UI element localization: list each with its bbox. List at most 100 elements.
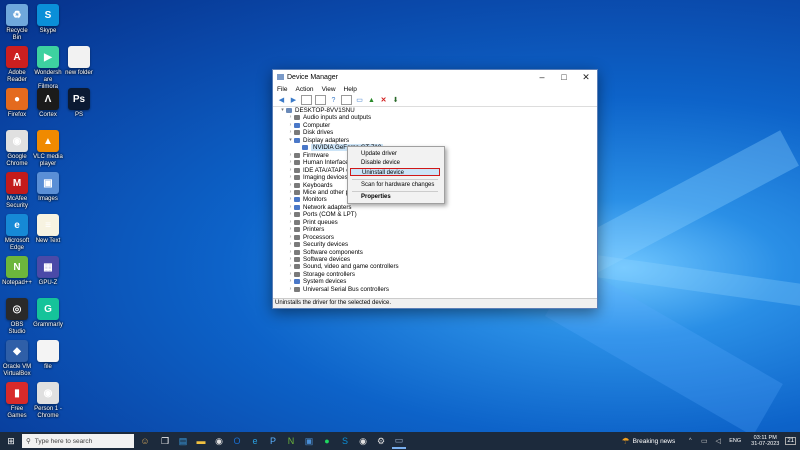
tree-category[interactable]: › Print queues [287,219,338,226]
view-icon[interactable] [301,95,312,105]
clock[interactable]: 03:11 PM 31-07-2023 [751,435,779,448]
menu-view[interactable]: View [322,86,336,93]
start-icon[interactable]: ⊞ [4,434,18,448]
desktop-icon-skype[interactable]: S Skype [33,4,63,35]
desktop-icon-chrome[interactable]: ◉ Google Chrome [2,130,32,168]
tree-category[interactable]: › Network adapters [287,204,352,211]
scan-icon[interactable]: ⬇ [391,96,400,104]
chevron-right-icon[interactable]: › [287,263,294,270]
chevron-right-icon[interactable]: › [287,122,294,129]
chevron-right-icon[interactable]: › [287,278,294,285]
tree-category[interactable]: › Processors [287,234,334,241]
chevron-right-icon[interactable]: › [287,234,294,241]
desktop-icon-vbox[interactable]: ◆ Oracle VM VirtualBox [2,340,32,378]
chevron-right-icon[interactable]: › [287,152,294,159]
volume-icon[interactable]: ◁ [711,434,725,448]
settings-icon[interactable]: ⚙ [374,434,388,448]
desktop-icon-game[interactable]: ▮ Free Games [2,382,32,420]
chevron-up-icon[interactable]: ^ [683,434,697,448]
chevron-right-icon[interactable]: › [287,129,294,136]
menu-properties[interactable]: Properties [350,193,440,201]
tree-category[interactable]: › Universal Serial Bus controllers [287,286,389,293]
desktop-icon-firefox[interactable]: ● Firefox [2,88,32,119]
tree-category[interactable]: › Firmware [287,152,329,159]
help-icon[interactable]: ? [329,96,338,104]
chevron-right-icon[interactable]: › [287,167,294,174]
tree-category[interactable]: › Imaging devices [287,174,348,181]
tree-category[interactable]: › Software components [287,249,363,256]
device-manager-task-icon[interactable]: ▭ [392,433,406,449]
chevron-right-icon[interactable]: › [287,271,294,278]
tree-category[interactable]: › Audio inputs and outputs [287,114,371,121]
tree-category[interactable]: ▾ Display adapters [287,137,349,144]
language-indicator[interactable]: ENG [729,438,741,444]
photoshop-icon[interactable]: P [266,434,280,448]
desktop-icon-acrobat[interactable]: A Adobe Reader [2,46,32,84]
desktop-icon-gpu[interactable]: ▦ GPU-Z [33,256,63,287]
menu-update-driver[interactable]: Update driver [350,150,440,158]
menu-scan-hardware[interactable]: Scan for hardware changes [350,181,440,189]
chevron-right-icon[interactable]: › [287,114,294,121]
chevron-right-icon[interactable]: › [287,174,294,181]
tree-category[interactable]: › System devices [287,278,347,285]
cortana-icon[interactable]: ☺ [138,434,152,448]
chevron-right-icon[interactable]: › [287,286,294,293]
desktop-icon-photos[interactable]: ▣ Images [33,172,63,203]
menu-disable-device[interactable]: Disable device [350,159,440,167]
notepadpp-icon[interactable]: N [284,434,298,448]
list-icon[interactable] [341,95,352,105]
desktop-icon-recycle[interactable]: ♻ Recycle Bin [2,4,32,42]
forward-icon[interactable]: ▶ [289,96,298,104]
chevron-right-icon[interactable]: › [287,256,294,263]
tree-category[interactable]: › Printers [287,226,325,233]
desktop-icon-notepadpp[interactable]: N Notepad++ [2,256,32,287]
desktop-icon-photoshop[interactable]: Ps PS [64,88,94,119]
close-button[interactable]: ✕ [575,70,597,84]
tree-category[interactable]: › Disk drives [287,129,334,136]
desktop-icon-wondershare[interactable]: ▶ Wondershare Filmora [33,46,63,91]
tree-category[interactable]: › Ports (COM & LPT) [287,211,357,218]
desktop-icon-edge[interactable]: e Microsoft Edge [2,214,32,252]
network-icon[interactable]: ▭ [697,434,711,448]
desktop-icon-chrome2[interactable]: ◉ Person 1 - Chrome [33,382,63,420]
tree-category[interactable]: › Security devices [287,241,348,248]
photos-icon[interactable]: ▣ [302,434,316,448]
spotify-icon[interactable]: ● [320,434,334,448]
tree-category[interactable]: › Computer [287,122,331,129]
edge-icon[interactable]: e [248,434,262,448]
task-view-icon[interactable]: ❐ [158,434,172,448]
title-bar[interactable]: Device Manager – □ ✕ [273,70,597,84]
skype-icon[interactable]: S [338,434,352,448]
tree-category[interactable]: › Storage controllers [287,271,355,278]
menu-action[interactable]: Action [295,86,313,93]
file-explorer-icon[interactable]: ▬ [194,434,208,448]
chevron-down-icon[interactable]: ▾ [287,137,294,144]
chevron-right-icon[interactable]: › [287,204,294,211]
chevron-right-icon[interactable]: › [287,249,294,256]
update-driver-icon[interactable]: ▲ [367,96,376,104]
chrome-profile-icon[interactable]: ◉ [356,434,370,448]
chevron-down-icon[interactable]: ▾ [279,107,286,114]
tree-root[interactable]: ▾ DESKTOP-8VV1SNU [279,107,354,114]
desktop-icon-vlc[interactable]: ▲ VLC media player [33,130,63,168]
uninstall-icon[interactable]: ✕ [379,96,388,104]
chevron-right-icon[interactable]: › [287,219,294,226]
desktop-icon-notepad[interactable]: ≡ New Text [33,214,63,245]
menu-help[interactable]: Help [344,86,357,93]
tree-category[interactable]: › Monitors [287,196,327,203]
desktop-icon-obs[interactable]: ◎ OBS Studio [2,298,32,336]
tree-category[interactable]: › Software devices [287,256,350,263]
chevron-right-icon[interactable]: › [287,182,294,189]
back-icon[interactable]: ◀ [277,96,286,104]
chevron-right-icon[interactable]: › [287,196,294,203]
notification-icon[interactable]: 21 [785,437,796,445]
search-box[interactable]: ⚲ Type here to search [22,434,134,448]
maximize-button[interactable]: □ [553,70,575,84]
properties-icon[interactable] [315,95,326,105]
tree-category[interactable]: › Keyboards [287,182,333,189]
news-icon[interactable]: ☂ [619,434,633,448]
news-label[interactable]: Breaking news [633,438,676,445]
chevron-right-icon[interactable]: › [287,189,294,196]
store-icon[interactable]: ▤ [176,434,190,448]
chevron-right-icon[interactable]: › [287,241,294,248]
